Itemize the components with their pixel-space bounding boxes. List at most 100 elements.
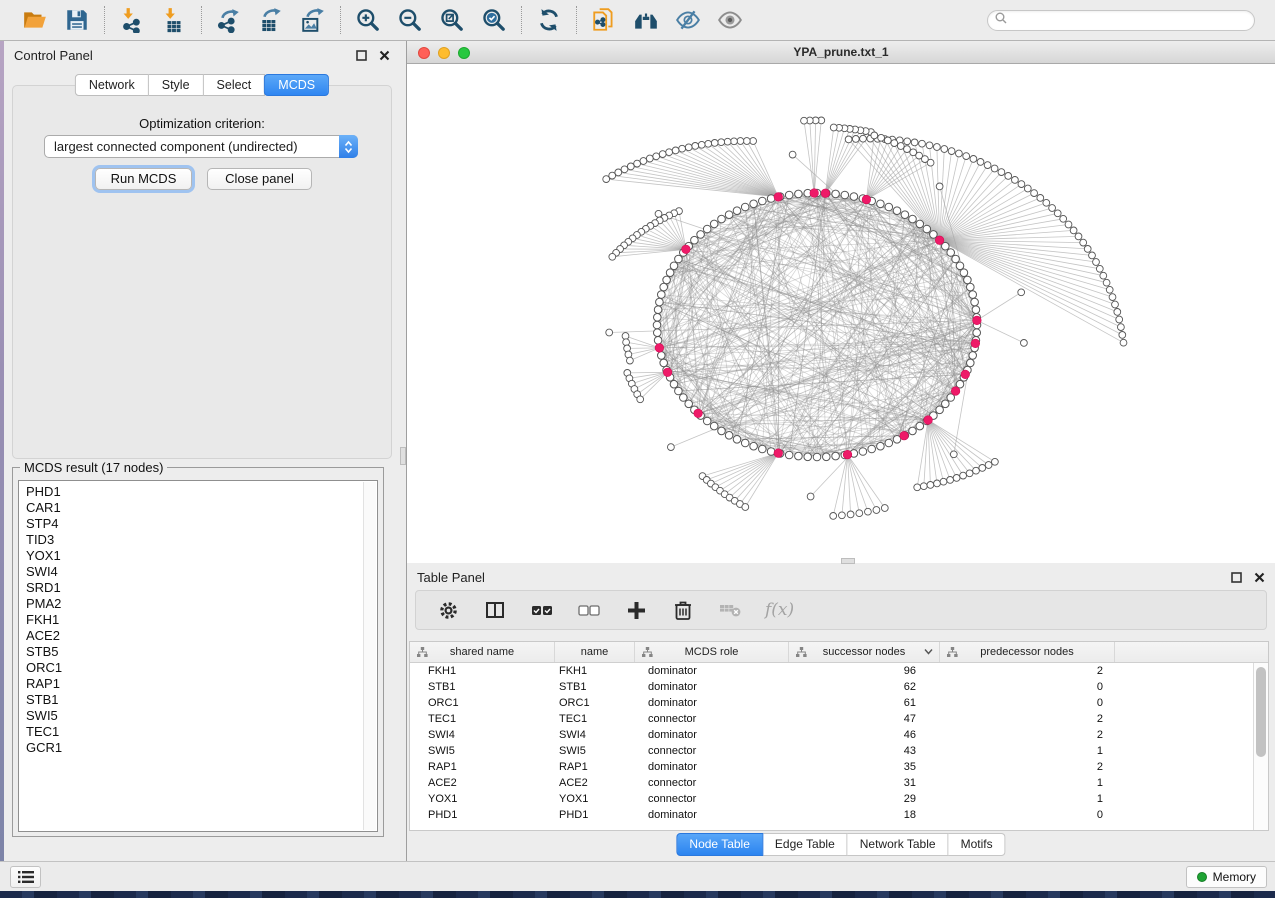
mcds-result-item[interactable]: PHD1 (26, 484, 377, 500)
tab-mcds[interactable]: MCDS (264, 74, 329, 96)
mcds-result-item[interactable]: GCR1 (26, 740, 377, 756)
mcds-result-item[interactable]: STP4 (26, 516, 377, 532)
network-search-box[interactable] (987, 10, 1255, 31)
splitter-handle[interactable] (400, 447, 406, 465)
mcds-node[interactable] (935, 236, 944, 245)
mcds-node[interactable] (951, 387, 960, 396)
tab-select[interactable]: Select (204, 74, 266, 96)
table-row-swi4[interactable]: SWI4SWI4dominator462 (410, 727, 1268, 743)
table-row-ace2[interactable]: ACE2ACE2connector311 (410, 775, 1268, 791)
open-file-icon[interactable] (21, 6, 49, 34)
table-row-rap1[interactable]: RAP1RAP1dominator352 (410, 759, 1268, 775)
tab-network-table[interactable]: Network Table (848, 833, 949, 856)
table-row-tec1[interactable]: TEC1TEC1connector472 (410, 711, 1268, 727)
run-mcds-button[interactable]: Run MCDS (95, 168, 192, 190)
mcds-result-item[interactable]: TEC1 (26, 724, 377, 740)
mcds-result-item[interactable]: YOX1 (26, 548, 377, 564)
tab-edge-table[interactable]: Edge Table (763, 833, 848, 856)
hide-selected-icon[interactable] (674, 6, 702, 34)
delete-column-icon[interactable] (671, 598, 695, 622)
mcds-result-item[interactable]: STB5 (26, 644, 377, 660)
task-list-button[interactable] (10, 866, 41, 888)
mcds-result-item[interactable]: TID3 (26, 532, 377, 548)
mcds-node[interactable] (655, 344, 664, 353)
mcds-node[interactable] (774, 193, 783, 202)
mcds-result-item[interactable]: SRD1 (26, 580, 377, 596)
tab-style[interactable]: Style (149, 74, 204, 96)
mcds-node[interactable] (774, 449, 783, 458)
mcds-node[interactable] (862, 195, 871, 204)
horizontal-splitter-handle[interactable] (841, 558, 855, 564)
zoom-fit-icon[interactable] (438, 6, 466, 34)
share-network-icon[interactable] (590, 6, 618, 34)
mcds-result-list[interactable]: PHD1CAR1STP4TID3YOX1SWI4SRD1PMA2FKH1ACE2… (18, 480, 378, 832)
mcds-result-item[interactable]: STB1 (26, 692, 377, 708)
mcds-node[interactable] (973, 316, 982, 325)
mcds-list-scrollbar[interactable] (363, 482, 376, 830)
table-settings-gear-icon[interactable] (436, 598, 460, 622)
float-panel-icon[interactable] (356, 48, 367, 66)
mcds-node[interactable] (961, 370, 970, 379)
zoom-selected-icon[interactable] (480, 6, 508, 34)
select-all-columns-icon[interactable] (530, 598, 554, 622)
window-minimize-icon[interactable] (438, 47, 450, 59)
mcds-result-item[interactable]: SWI4 (26, 564, 377, 580)
vertical-splitter[interactable] (400, 41, 407, 861)
table-scrollbar[interactable] (1253, 663, 1268, 830)
float-panel-icon[interactable] (1231, 570, 1242, 588)
window-close-icon[interactable] (418, 47, 430, 59)
save-session-icon[interactable] (63, 6, 91, 34)
node-table[interactable]: shared namenameMCDS rolesuccessor nodesp… (409, 641, 1269, 831)
close-mcds-panel-button[interactable]: Close panel (207, 168, 312, 190)
tab-node-table[interactable]: Node Table (676, 833, 763, 856)
column-header-mcds-role[interactable]: MCDS role (635, 642, 789, 662)
mcds-node[interactable] (900, 431, 909, 440)
zoom-in-icon[interactable] (354, 6, 382, 34)
table-row-swi5[interactable]: SWI5SWI5connector431 (410, 743, 1268, 759)
search-input[interactable] (1008, 12, 1254, 29)
column-header-shared-name[interactable]: shared name (410, 642, 555, 662)
export-image-icon[interactable] (299, 6, 327, 34)
deselect-all-columns-icon[interactable] (577, 598, 601, 622)
show-selected-icon[interactable] (716, 6, 744, 34)
tab-network[interactable]: Network (75, 74, 149, 96)
network-window-titlebar[interactable]: YPA_prune.txt_1 (407, 42, 1275, 64)
table-row-orc1[interactable]: ORC1ORC1dominator610 (410, 695, 1268, 711)
mcds-result-item[interactable]: PMA2 (26, 596, 377, 612)
optimization-criterion-select[interactable]: largest connected component (undirected) (44, 135, 358, 158)
show-columns-icon[interactable] (483, 598, 507, 622)
column-header-predecessor-nodes[interactable]: predecessor nodes (940, 642, 1115, 662)
mcds-result-item[interactable]: RAP1 (26, 676, 377, 692)
mcds-result-item[interactable]: FKH1 (26, 612, 377, 628)
table-row-phd1[interactable]: PHD1PHD1dominator180 (410, 807, 1268, 823)
mcds-node[interactable] (682, 245, 691, 254)
mcds-node[interactable] (810, 189, 819, 198)
add-column-icon[interactable] (624, 598, 648, 622)
column-header-successor-nodes[interactable]: successor nodes (789, 642, 940, 662)
export-table-icon[interactable] (257, 6, 285, 34)
export-network-icon[interactable] (215, 6, 243, 34)
mcds-node[interactable] (924, 416, 933, 425)
zoom-out-icon[interactable] (396, 6, 424, 34)
mcds-result-item[interactable]: ORC1 (26, 660, 377, 676)
import-network-icon[interactable] (118, 6, 146, 34)
column-header-name[interactable]: name (555, 642, 635, 662)
table-row-yox1[interactable]: YOX1YOX1connector291 (410, 791, 1268, 807)
search-network-icon[interactable] (632, 6, 660, 34)
mcds-node[interactable] (843, 450, 852, 459)
close-panel-icon[interactable] (379, 48, 390, 66)
mcds-result-item[interactable]: CAR1 (26, 500, 377, 516)
import-table-icon[interactable] (160, 6, 188, 34)
network-canvas[interactable] (407, 64, 1275, 563)
mcds-node[interactable] (821, 189, 830, 198)
table-row-stb1[interactable]: STB1STB1dominator620 (410, 679, 1268, 695)
mcds-node[interactable] (694, 409, 703, 418)
refresh-icon[interactable] (535, 6, 563, 34)
window-maximize-icon[interactable] (458, 47, 470, 59)
mcds-node[interactable] (663, 368, 672, 377)
mcds-node[interactable] (971, 339, 980, 348)
table-scrollbar-thumb[interactable] (1256, 667, 1266, 757)
close-panel-icon[interactable] (1254, 570, 1265, 588)
memory-button[interactable]: Memory (1186, 866, 1267, 888)
mcds-result-item[interactable]: ACE2 (26, 628, 377, 644)
